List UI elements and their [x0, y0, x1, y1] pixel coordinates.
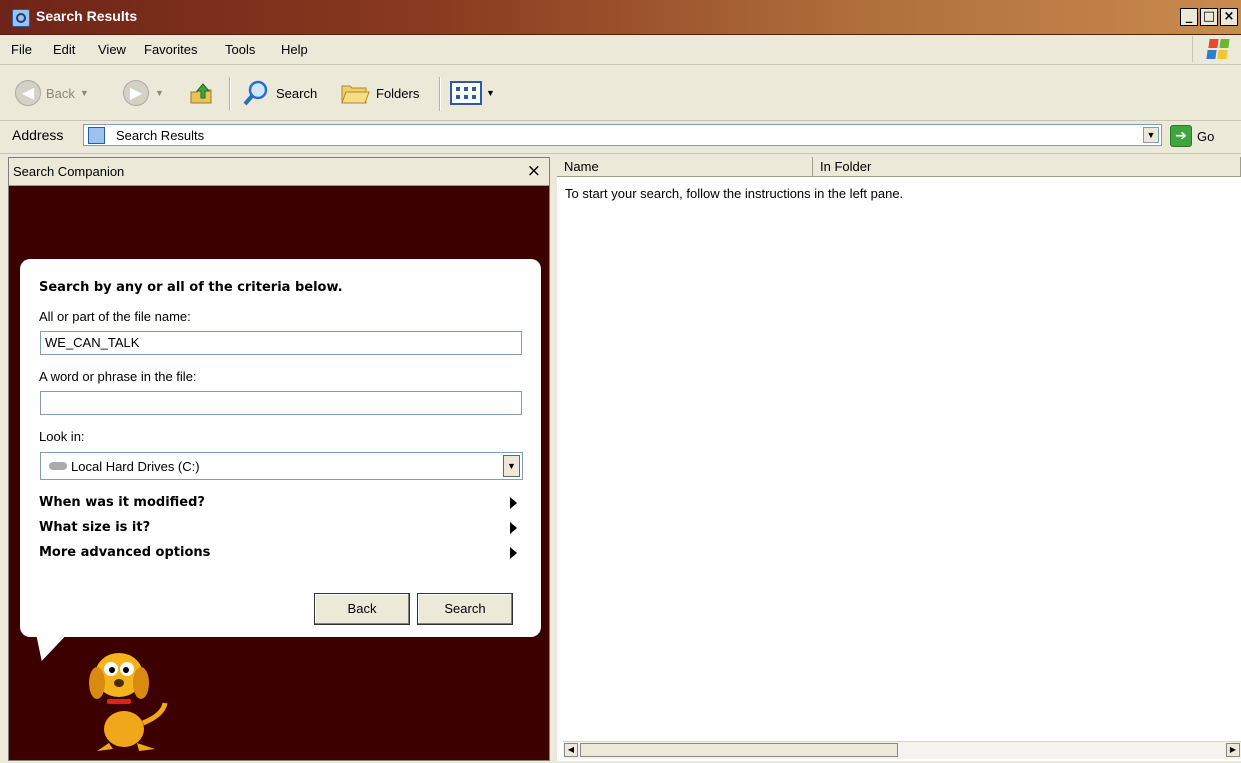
option-modified[interactable]: When was it modified? — [39, 495, 205, 510]
option-size[interactable]: What size is it? — [39, 520, 150, 535]
back-button[interactable]: ◀ Back ▼ — [15, 78, 89, 108]
menu-tools[interactable]: Tools — [225, 42, 255, 57]
search-icon — [243, 80, 268, 106]
views-button[interactable]: ▼ — [450, 78, 495, 108]
expand-arrow-icon[interactable] — [510, 522, 517, 534]
go-arrow-icon: ➔ — [1170, 125, 1192, 147]
pane-title: Search Companion — [13, 164, 125, 179]
menu-bar: File Edit View Favorites Tools Help — [0, 34, 1241, 65]
search-label: Search — [276, 85, 318, 101]
address-bar: Address Search Results ▼ ➔ Go — [0, 121, 1241, 154]
search-companion-header: Search Companion × — [9, 158, 549, 186]
address-dropdown-button[interactable]: ▼ — [1143, 127, 1159, 143]
filename-input[interactable]: WE_CAN_TALK — [40, 331, 522, 355]
criteria-heading: Search by any or all of the criteria bel… — [39, 280, 343, 295]
toolbar-separator — [439, 77, 441, 111]
empty-results-message: To start your search, follow the instruc… — [565, 186, 904, 201]
look-in-value: Local Hard Drives (C:) — [71, 459, 200, 474]
search-dog-icon[interactable] — [79, 643, 169, 755]
search-criteria-balloon: Search by any or all of the criteria bel… — [20, 259, 541, 637]
menu-view[interactable]: View — [98, 42, 126, 57]
menu-help[interactable]: Help — [281, 42, 308, 57]
phrase-input[interactable] — [40, 391, 522, 415]
windows-logo-icon — [1192, 36, 1238, 62]
option-advanced[interactable]: More advanced options — [39, 545, 210, 560]
folders-label: Folders — [376, 85, 420, 101]
views-dropdown-icon: ▼ — [486, 88, 495, 98]
address-input[interactable]: Search Results ▼ — [83, 124, 1162, 146]
menu-edit[interactable]: Edit — [53, 42, 75, 57]
explorer-window: Search Results _ □ × File Edit View Favo… — [0, 0, 1241, 763]
folders-icon — [341, 85, 370, 104]
title-bar: Search Results _ □ × — [0, 0, 1241, 35]
forward-button[interactable]: ▶ ▼ — [123, 78, 164, 108]
look-in-select[interactable]: Local Hard Drives (C:) ▼ — [40, 452, 523, 480]
window-title: Search Results — [36, 8, 138, 24]
go-label: Go — [1197, 128, 1215, 144]
menu-file[interactable]: File — [11, 42, 32, 57]
expand-arrow-icon[interactable] — [510, 547, 517, 559]
search-companion-pane: Search Companion × Search by any or all … — [8, 157, 550, 761]
filename-label: All or part of the file name: — [39, 309, 191, 324]
back-label: Back — [46, 85, 75, 101]
scrollbar-thumb[interactable] — [580, 743, 898, 757]
search-results-icon — [88, 127, 105, 144]
maximize-button[interactable]: □ — [1200, 8, 1218, 26]
up-folder-icon — [190, 83, 212, 104]
toolbar-separator — [229, 77, 231, 111]
minimize-button[interactable]: _ — [1180, 8, 1198, 26]
scroll-left-button[interactable]: ◀ — [564, 743, 578, 757]
forward-dropdown-icon: ▼ — [155, 88, 164, 98]
expand-arrow-icon[interactable] — [510, 497, 517, 509]
column-header-in-folder[interactable]: In Folder — [813, 157, 1241, 177]
hard-drive-icon — [49, 462, 67, 470]
phrase-label: A word or phrase in the file: — [39, 369, 197, 384]
search-submit-button[interactable]: Search — [417, 593, 513, 625]
horizontal-scrollbar[interactable]: ◀ ▶ — [563, 741, 1241, 759]
address-value: Search Results — [116, 128, 205, 143]
back-dropdown-icon: ▼ — [79, 88, 89, 98]
scroll-right-button[interactable]: ▶ — [1226, 743, 1240, 757]
standard-toolbar: ◀ Back ▼ ▶ ▼ Search Folders ▼ — [0, 65, 1241, 121]
views-icon — [450, 81, 482, 105]
search-button[interactable]: Search — [242, 78, 317, 108]
column-header-name[interactable]: Name — [557, 157, 813, 177]
back-arrow-icon: ◀ — [15, 80, 41, 106]
close-pane-icon[interactable]: × — [527, 161, 541, 181]
look-in-label: Look in: — [39, 429, 85, 444]
menu-favorites[interactable]: Favorites — [144, 42, 197, 57]
address-label: Address — [12, 127, 64, 143]
go-button[interactable]: ➔ Go — [1170, 124, 1214, 148]
results-pane: Name In Folder To start your search, fol… — [557, 157, 1241, 761]
look-in-dropdown-button[interactable]: ▼ — [503, 455, 520, 477]
back-button[interactable]: Back — [314, 593, 410, 625]
close-button[interactable]: × — [1220, 8, 1238, 26]
up-folder-button[interactable] — [188, 78, 214, 108]
folders-button[interactable]: Folders — [340, 78, 419, 108]
search-results-icon — [12, 9, 30, 27]
caption-buttons: _ □ × — [1180, 8, 1238, 26]
balloon-tail — [31, 635, 67, 661]
forward-arrow-icon: ▶ — [123, 80, 149, 106]
